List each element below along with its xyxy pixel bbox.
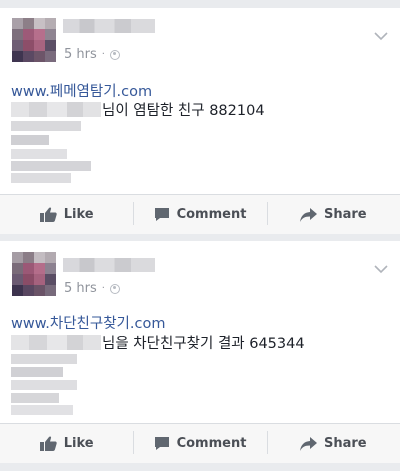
separator-dot: ·: [101, 283, 105, 294]
timestamp[interactable]: 5 hrs: [64, 47, 97, 62]
chevron-down-icon[interactable]: [374, 264, 388, 274]
post-action-bar: Like Comment Share: [0, 423, 400, 463]
like-label: Like: [63, 207, 94, 222]
post-link[interactable]: www.페메염탐기.com: [11, 80, 152, 101]
post-action-bar: Like Comment Share: [0, 194, 400, 234]
share-label: Share: [324, 436, 367, 451]
share-button[interactable]: Share: [266, 424, 400, 463]
like-button[interactable]: Like: [0, 195, 133, 234]
author-name-redacted[interactable]: [63, 258, 155, 272]
share-label: Share: [324, 207, 367, 222]
news-feed: 5 hrs · www.페메염탐기.com 님이 염탐한 친구 882104 L…: [0, 0, 400, 471]
comment-label: Comment: [176, 436, 247, 451]
comment-bubble-icon: [154, 208, 169, 221]
post-meta: 5 hrs ·: [64, 47, 120, 62]
share-button[interactable]: Share: [266, 195, 400, 234]
like-button[interactable]: Like: [0, 424, 133, 463]
post-link[interactable]: www.차단친구찾기.com: [11, 312, 165, 333]
thumbs-up-icon: [39, 207, 57, 222]
share-arrow-icon: [300, 436, 317, 451]
feed-post: 5 hrs · www.페메염탐기.com 님이 염탐한 친구 882104 L…: [0, 8, 400, 234]
timestamp[interactable]: 5 hrs: [64, 281, 97, 296]
comment-label: Comment: [176, 207, 247, 222]
post-text: 님을 차단친구찾기 결과 645344: [102, 336, 305, 352]
post-text-line: 님을 차단친구찾기 결과 645344: [11, 332, 305, 353]
author-name-redacted[interactable]: [63, 19, 155, 33]
post-text-line: 님이 염탐한 친구 882104: [11, 99, 265, 120]
chevron-down-icon[interactable]: [374, 31, 388, 41]
avatar[interactable]: [12, 18, 56, 62]
thumbs-up-icon: [39, 436, 57, 451]
like-label: Like: [63, 436, 94, 451]
comment-button[interactable]: Comment: [133, 424, 266, 463]
redacted-content: [11, 121, 91, 183]
globe-icon: [109, 283, 120, 294]
separator-dot: ·: [101, 49, 105, 60]
comment-button[interactable]: Comment: [133, 195, 266, 234]
share-arrow-icon: [300, 207, 317, 222]
redacted-name: [11, 335, 101, 350]
comment-bubble-icon: [154, 437, 169, 450]
redacted-name: [11, 102, 101, 117]
avatar[interactable]: [12, 252, 56, 296]
post-text: 님이 염탐한 친구 882104: [102, 103, 265, 119]
globe-icon: [109, 49, 120, 60]
post-meta: 5 hrs ·: [64, 281, 120, 296]
redacted-content: [11, 354, 81, 416]
feed-post: 5 hrs · www.차단친구찾기.com 님을 차단친구찾기 결과 6453…: [0, 241, 400, 463]
